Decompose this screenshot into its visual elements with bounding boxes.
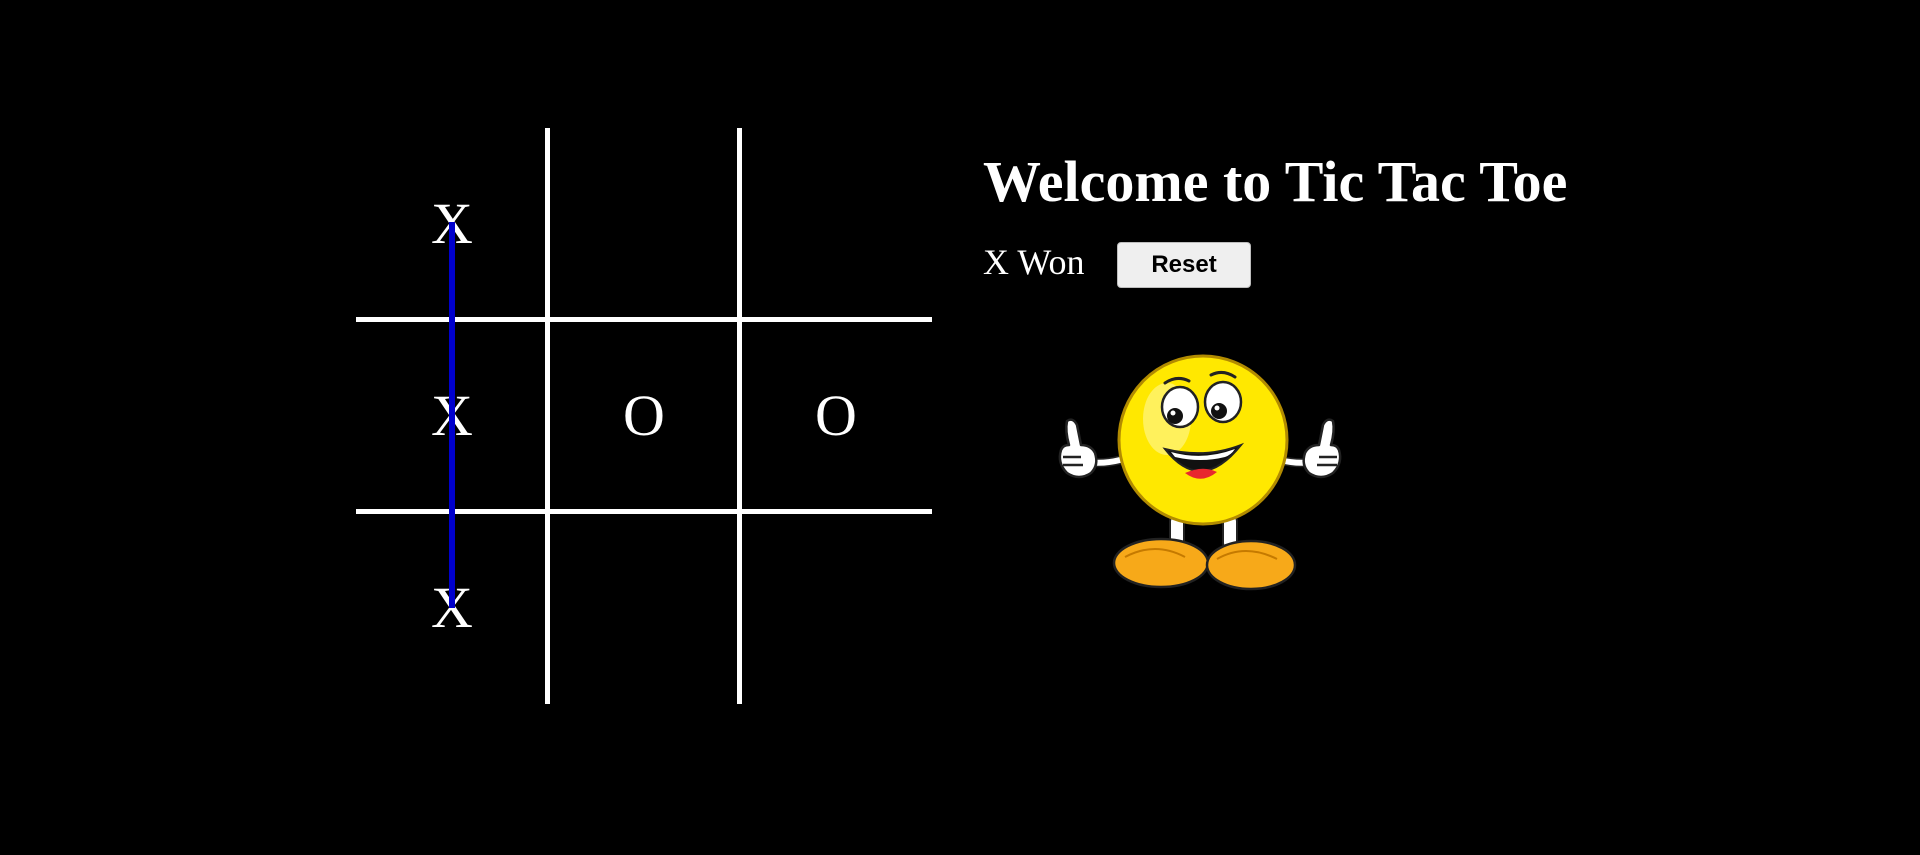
cell-1-2[interactable] — [548, 128, 740, 320]
winning-line — [449, 222, 455, 608]
game-board: X X O O X — [356, 128, 932, 704]
smiley-thumbs-up-icon — [1058, 354, 1342, 591]
reset-button[interactable]: Reset — [1117, 242, 1251, 288]
page-title: Welcome to Tic Tac Toe — [983, 149, 1568, 214]
grid-line-horizontal-1 — [356, 317, 932, 322]
cell-3-2[interactable] — [548, 512, 740, 704]
cell-2-3[interactable]: O — [740, 320, 932, 512]
grid-line-vertical-2 — [737, 128, 742, 704]
cell-2-2[interactable]: O — [548, 320, 740, 512]
game-status: X Won — [983, 242, 1085, 282]
grid-line-horizontal-2 — [356, 509, 932, 514]
grid-line-vertical-1 — [545, 128, 550, 704]
cell-3-3[interactable] — [740, 512, 932, 704]
cell-1-3[interactable] — [740, 128, 932, 320]
